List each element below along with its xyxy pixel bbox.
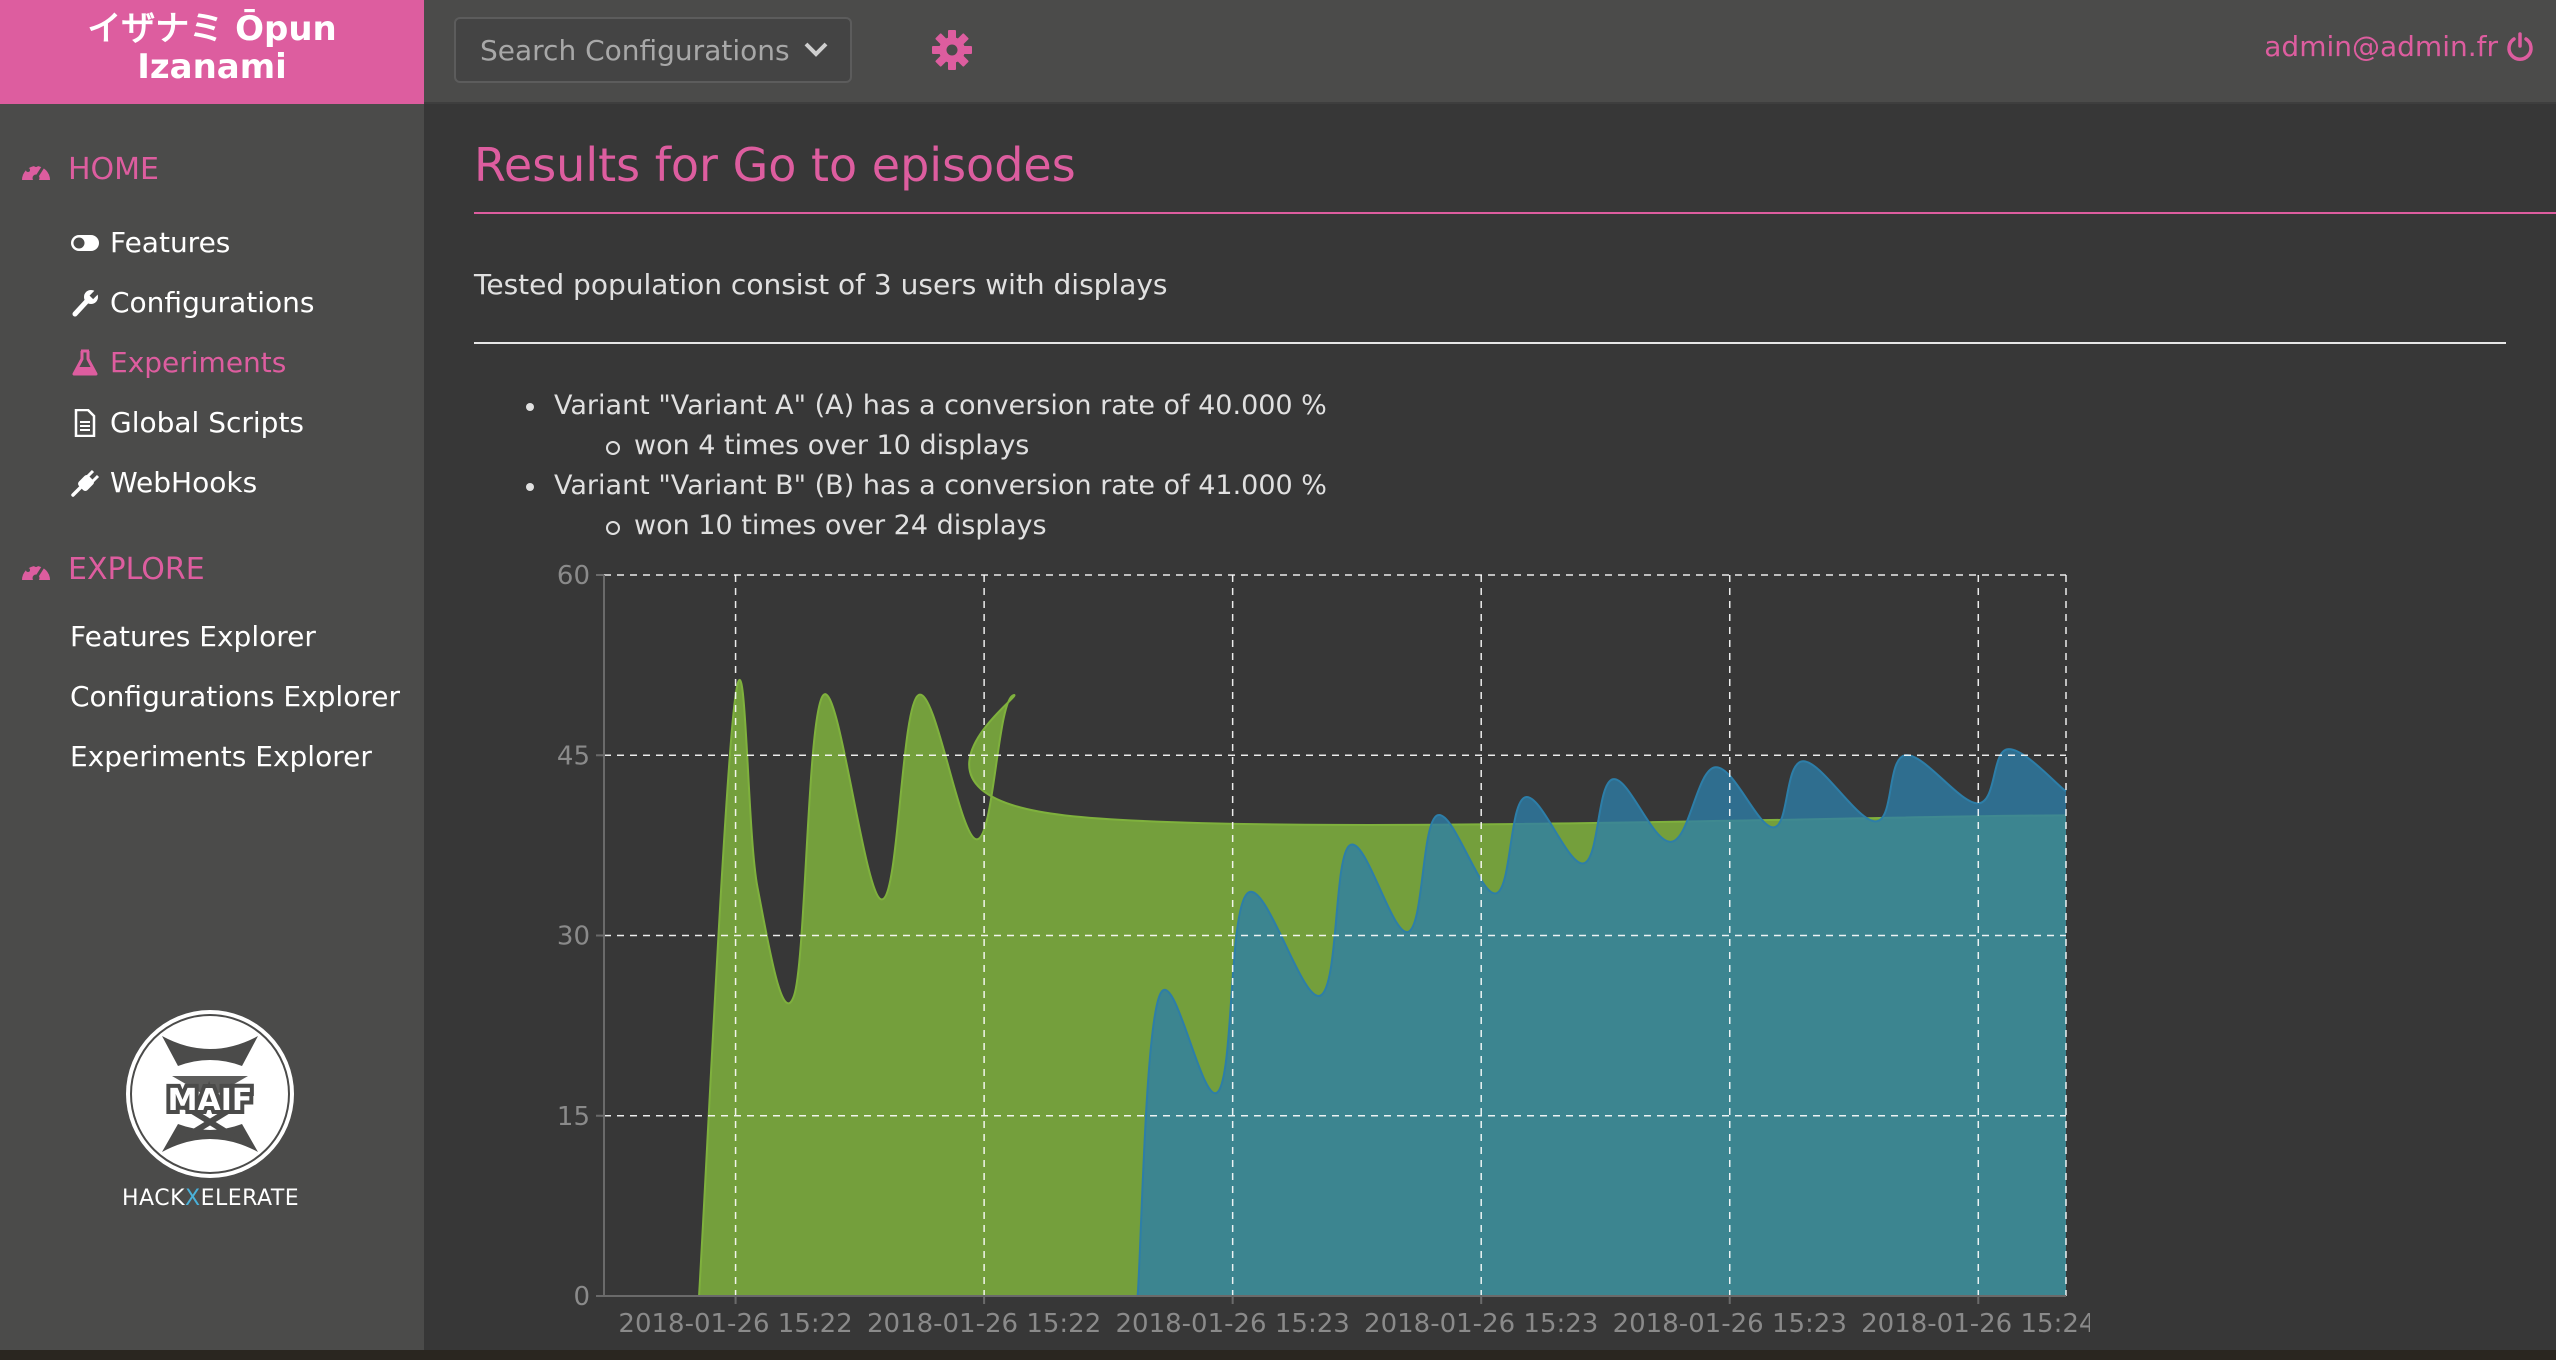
x-tick-label: 2018-01-26 15:22 xyxy=(867,1309,1101,1339)
plug-icon xyxy=(71,469,100,497)
sidebar-explore[interactable]: EXPLORE xyxy=(20,552,205,587)
variant-a-summary: Variant "Variant A" (A) has a conversion… xyxy=(526,390,1327,421)
population-text: Tested population consist of 3 users wit… xyxy=(474,268,1168,301)
sidebar-item-webhooks[interactable]: WebHooks xyxy=(70,466,257,499)
variant-b-summary: Variant "Variant B" (B) has a conversion… xyxy=(526,470,1327,501)
x-tick-label: 2018-01-26 15:23 xyxy=(1364,1309,1598,1339)
hackxelerate-label: HACKXELERATE xyxy=(122,1186,300,1211)
search-select[interactable]: Search Configurations xyxy=(454,17,852,83)
sidebar-item-configurations[interactable]: Configurations xyxy=(70,286,314,319)
brand-logo[interactable]: イザナミ Ōpun Izanami xyxy=(0,0,424,104)
sidebar-item-label: Experiments xyxy=(110,346,287,379)
x-tick-label: 2018-01-26 15:23 xyxy=(1116,1309,1350,1339)
toggle-icon xyxy=(71,234,99,251)
conversion-chart: 0 15 30 45 60 2018-01-26 15:22 2018-01-26 15:2… xyxy=(557,561,2090,1339)
sidebar-item-label: WebHooks xyxy=(110,466,258,499)
x-tick-label: 2018-01-26 15:22 xyxy=(618,1309,852,1339)
top-bar: Search Configurations admin@admin.fr xyxy=(424,0,2556,104)
brand-title: Izanami xyxy=(137,47,287,87)
gear-icon[interactable] xyxy=(930,28,974,72)
y-tick-label: 0 xyxy=(573,1282,590,1312)
sidebar-explore-label: EXPLORE xyxy=(68,552,205,587)
x-tick-label: 2018-01-26 15:23 xyxy=(1613,1309,1847,1339)
app-window: イザナミ Ōpun Izanami Search Configurations xyxy=(0,0,2556,1360)
sidebar-item-label: Configurations Explorer xyxy=(70,680,400,713)
sidebar-item-configurations-explorer[interactable]: Configurations Explorer xyxy=(70,680,400,713)
dashboard-icon xyxy=(22,562,50,581)
sidebar-item-experiments[interactable]: Experiments xyxy=(70,346,286,379)
y-tick-label: 45 xyxy=(557,741,590,771)
user-email[interactable]: admin@admin.fr xyxy=(2264,30,2498,63)
search-placeholder: Search Configurations xyxy=(480,33,790,67)
brand-title-jp: イザナミ Ōpun xyxy=(87,9,337,49)
sidebar-item-label: Configurations xyxy=(110,286,315,319)
page-title: Results for Go to episodes xyxy=(474,138,1076,192)
power-icon[interactable] xyxy=(2506,31,2534,62)
sidebar-home-label: HOME xyxy=(68,152,160,187)
section-divider xyxy=(474,342,2506,344)
sidebar-item-label: Experiments Explorer xyxy=(70,740,372,773)
y-tick-label: 60 xyxy=(557,561,590,591)
sidebar-item-features-explorer[interactable]: Features Explorer xyxy=(70,620,316,653)
y-tick-label: 30 xyxy=(557,922,590,952)
logo-text: MAIF xyxy=(168,1083,253,1118)
sidebar-item-features[interactable]: Features xyxy=(70,226,230,259)
sidebar-item-label: Features Explorer xyxy=(70,620,316,653)
maif-logo: MAIF xyxy=(126,1010,294,1178)
variant-b-detail: won 10 times over 24 displays xyxy=(606,510,1047,541)
y-tick-label: 15 xyxy=(557,1102,590,1132)
sidebar-home[interactable]: HOME xyxy=(20,152,159,187)
flask-icon xyxy=(72,349,98,375)
sidebar-item-label: Features xyxy=(110,226,231,259)
x-tick-label: 2018-01-26 15:24 xyxy=(1861,1309,2090,1339)
bottom-strip xyxy=(0,1350,2556,1360)
sidebar-item-experiments-explorer[interactable]: Experiments Explorer xyxy=(70,740,372,773)
dashboard-icon xyxy=(22,162,50,181)
wrench-icon xyxy=(72,289,99,316)
chevron-down-icon[interactable] xyxy=(802,39,830,61)
variant-a-detail: won 4 times over 10 displays xyxy=(605,430,1030,461)
sidebar-item-global-scripts[interactable]: Global Scripts xyxy=(70,406,304,439)
file-icon xyxy=(74,408,96,437)
title-divider xyxy=(474,212,2556,214)
user-menu[interactable]: admin@admin.fr xyxy=(2264,30,2534,63)
sidebar-item-label: Global Scripts xyxy=(110,406,305,439)
